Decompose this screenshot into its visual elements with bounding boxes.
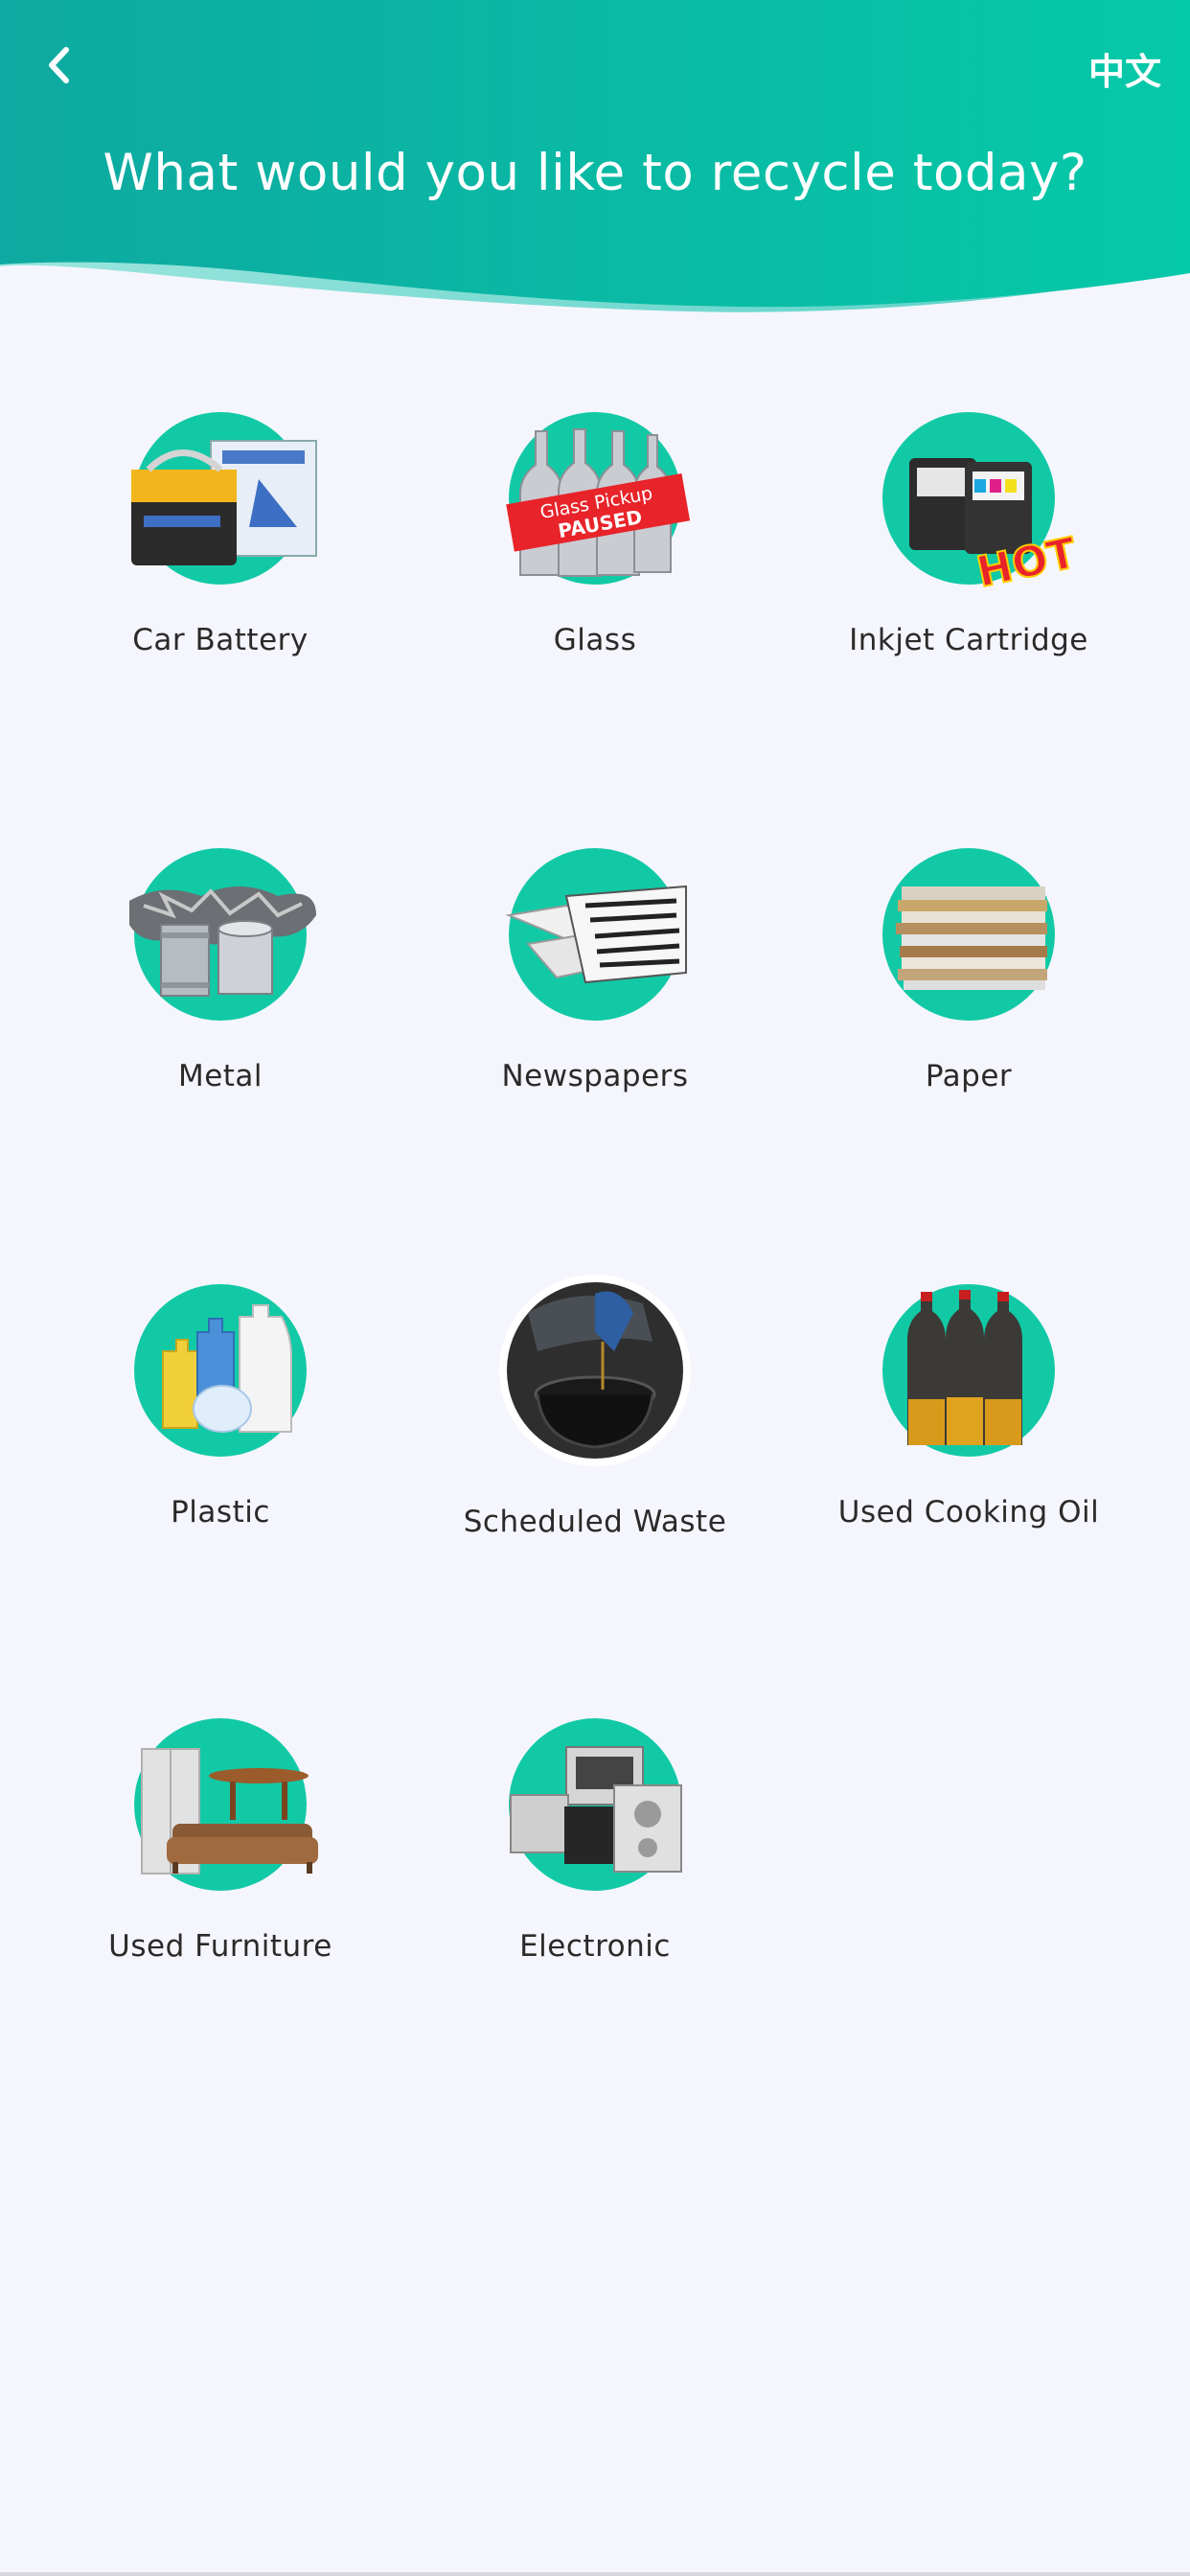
paper-stack-icon <box>882 848 1055 1021</box>
plastic-bottles-icon <box>134 1284 307 1457</box>
category-label: Used Furniture <box>108 1929 332 1964</box>
category-electronic[interactable]: Electronic <box>408 1699 782 1987</box>
category-label: Plastic <box>171 1495 270 1530</box>
category-grid: Car Battery Glass Pickup PAUSED Glass HO… <box>0 0 1190 2576</box>
category-label: Electronic <box>519 1929 671 1964</box>
category-label: Car Battery <box>132 623 309 657</box>
category-car-battery[interactable]: Car Battery <box>34 393 407 680</box>
category-scheduled-waste[interactable]: Scheduled Waste <box>408 1265 782 1552</box>
furniture-icon <box>134 1718 318 1891</box>
category-label: Inkjet Cartridge <box>849 623 1088 657</box>
category-inkjet-cartridge[interactable]: HOT Inkjet Cartridge <box>782 393 1156 680</box>
metal-cans-icon <box>129 848 316 1021</box>
category-newspapers[interactable]: Newspapers <box>408 829 782 1116</box>
newspapers-icon <box>505 848 687 1021</box>
category-label: Paper <box>925 1059 1013 1093</box>
glass-bottles-icon: Glass Pickup PAUSED <box>506 412 691 585</box>
electronics-icon <box>509 1718 682 1891</box>
category-label: Glass <box>553 623 637 657</box>
inkjet-cartridge-icon: HOT <box>882 412 1082 598</box>
category-label: Metal <box>177 1059 263 1093</box>
scheduled-waste-icon <box>499 1275 691 1466</box>
category-paper[interactable]: Paper <box>782 829 1156 1116</box>
category-glass[interactable]: Glass Pickup PAUSED Glass <box>408 393 782 680</box>
car-battery-icon <box>131 412 317 585</box>
category-metal[interactable]: Metal <box>34 829 407 1116</box>
bottom-divider <box>0 2572 1190 2576</box>
category-label: Used Cooking Oil <box>837 1495 1100 1530</box>
cooking-oil-icon <box>882 1284 1055 1457</box>
category-plastic[interactable]: Plastic <box>34 1265 407 1552</box>
category-label: Scheduled Waste <box>463 1505 727 1539</box>
category-label: Newspapers <box>501 1059 689 1093</box>
category-used-cooking-oil[interactable]: Used Cooking Oil <box>782 1265 1156 1552</box>
category-used-furniture[interactable]: Used Furniture <box>34 1699 407 1987</box>
